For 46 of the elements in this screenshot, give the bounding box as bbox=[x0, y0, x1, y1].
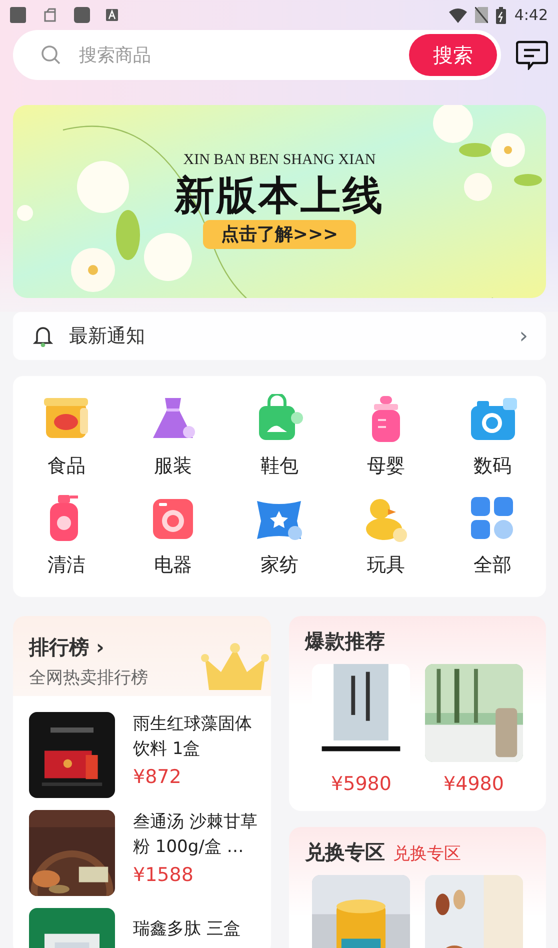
category-item[interactable]: 服装 bbox=[120, 394, 226, 480]
product-name: 雨生红球藻固体饮料 1盒 bbox=[133, 712, 253, 761]
ranked-product[interactable]: 雨生红球藻固体饮料 1盒 ¥872 bbox=[29, 712, 255, 798]
ranking-subtitle: 全网热卖排行榜 bbox=[29, 667, 149, 690]
wifi-icon bbox=[449, 8, 468, 22]
product-name: 叁通汤 沙棘甘草粉 100g/盒 … bbox=[133, 810, 258, 859]
status-time: 4:42 bbox=[514, 4, 548, 26]
search-icon bbox=[41, 45, 61, 65]
category-item[interactable]: 玩具 bbox=[332, 492, 440, 579]
ranked-product[interactable]: 瑞鑫多肽 三盒 bbox=[29, 908, 255, 948]
search-field[interactable]: 搜索商品 搜索 bbox=[13, 30, 501, 80]
product-price: ¥5980 bbox=[331, 772, 392, 797]
ranking-title[interactable]: 排行榜 › bbox=[29, 632, 255, 662]
bag-icon bbox=[42, 7, 58, 23]
product-tile[interactable]: ¥4980 bbox=[424, 664, 523, 798]
notice-label: 最新通知 bbox=[69, 324, 145, 349]
chevron-icon: › bbox=[519, 320, 528, 352]
notice-bar[interactable]: 最新通知 › bbox=[13, 312, 546, 360]
category-item[interactable]: 母婴 bbox=[332, 394, 440, 480]
notification-icon bbox=[10, 7, 26, 23]
product-price: ¥4980 bbox=[444, 772, 504, 797]
banner[interactable]: XIN BAN BEN SHANG XIAN 新版本上线 点击了解>>> bbox=[13, 105, 546, 298]
category-item[interactable]: 家纺 bbox=[226, 492, 333, 579]
category-item[interactable]: 食品 bbox=[13, 394, 120, 480]
product-price: ¥872 bbox=[133, 764, 182, 790]
battery-icon bbox=[496, 6, 506, 24]
banner-subtitle: XIN BAN BEN SHANG XIAN bbox=[183, 151, 376, 170]
app-icon bbox=[74, 7, 90, 23]
product-price: ¥1588 bbox=[133, 862, 194, 888]
category-item[interactable]: 电器 bbox=[120, 492, 226, 579]
category-item[interactable]: 数码 bbox=[439, 394, 546, 480]
category-item[interactable]: 鞋包 bbox=[226, 394, 333, 480]
category-item[interactable]: 清洁 bbox=[13, 492, 120, 579]
product-tile[interactable]: ¥5980 bbox=[312, 664, 410, 798]
message-icon[interactable] bbox=[516, 40, 548, 70]
font-icon bbox=[106, 9, 118, 21]
section-tag: 兑换专区 bbox=[393, 842, 461, 867]
learn-more-button[interactable]: 点击了解>>> bbox=[202, 220, 356, 248]
search-button[interactable]: 搜索 bbox=[409, 34, 497, 76]
banner-title: 新版本上线 bbox=[174, 172, 384, 220]
product-name: 瑞鑫多肽 三盒 bbox=[133, 918, 242, 940]
no-sim-icon bbox=[475, 7, 488, 23]
bell-icon bbox=[33, 325, 53, 347]
section-title: 兑换专区 bbox=[305, 838, 385, 866]
category-item[interactable]: 全部 bbox=[439, 492, 546, 579]
section-title: 爆款推荐 bbox=[305, 628, 386, 655]
